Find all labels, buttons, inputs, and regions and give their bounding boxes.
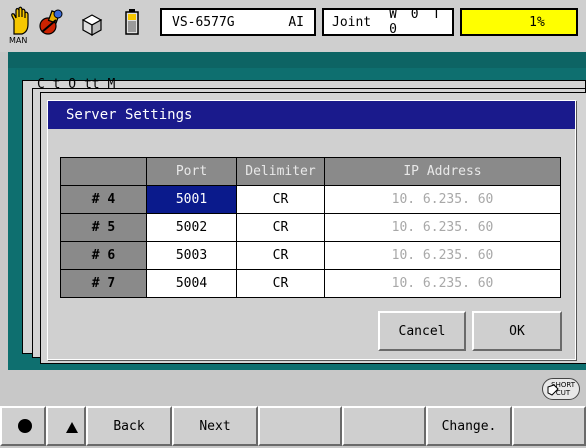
shortcut-button[interactable]: SHORT CUT: [542, 378, 580, 400]
row-header: # 6: [60, 241, 147, 270]
ip-address-cell: 10. 6.235. 60: [324, 185, 561, 214]
column-header-port: Port: [146, 157, 237, 186]
ip-address-cell: 10. 6.235. 60: [324, 269, 561, 298]
main-area-strip: [8, 52, 586, 68]
row-header: # 7: [60, 269, 147, 298]
ip-address-cell: 10. 6.235. 60: [324, 241, 561, 270]
port-cell[interactable]: 5004: [146, 269, 237, 298]
row-header: # 5: [60, 213, 147, 242]
table-row: # 4 5001 CR 10. 6.235. 60: [60, 185, 561, 214]
table-row: # 6 5003 CR 10. 6.235. 60: [60, 241, 561, 270]
table-row: # 5 5002 CR 10. 6.235. 60: [60, 213, 561, 242]
battery-icon[interactable]: [118, 6, 146, 42]
dialog-title: Server Settings: [48, 101, 575, 129]
server-settings-table: Port Delimiter IP Address # 4 5001 CR 10…: [60, 157, 561, 298]
port-cell[interactable]: 5002: [146, 213, 237, 242]
work-tool-status: W 0 T 0: [389, 7, 444, 37]
delimiter-cell[interactable]: CR: [236, 213, 325, 242]
triangle-up-icon: [66, 422, 78, 433]
column-header-delimiter: Delimiter: [236, 157, 325, 186]
robot-icon[interactable]: [38, 6, 66, 42]
column-header-ip: IP Address: [324, 157, 561, 186]
man-mode-label: MAN: [9, 36, 28, 45]
ok-button[interactable]: OK: [472, 311, 562, 351]
corner-header: [60, 157, 147, 186]
function-key-empty[interactable]: [512, 406, 586, 446]
cancel-button[interactable]: Cancel: [378, 311, 466, 351]
delimiter-cell[interactable]: CR: [236, 241, 325, 270]
row-header: # 4: [60, 185, 147, 214]
shortcut-icon: [547, 384, 559, 396]
robot-mode: AI: [288, 14, 304, 30]
delimiter-cell[interactable]: CR: [236, 269, 325, 298]
back-button[interactable]: Back: [86, 406, 172, 446]
ip-address-cell: 10. 6.235. 60: [324, 213, 561, 242]
coordinate-status[interactable]: Joint W 0 T 0: [322, 7, 454, 37]
port-cell[interactable]: 5001: [146, 185, 237, 214]
top-status-bar: MAN VS-6577G AI Joint W 0 T 0 1%: [0, 0, 586, 52]
server-settings-dialog: Server Settings Port Delimiter IP Addres…: [47, 100, 576, 360]
next-button[interactable]: Next: [172, 406, 258, 446]
robot-model: VS-6577G: [172, 14, 235, 30]
speed-value: 1%: [529, 14, 545, 30]
change-button[interactable]: Change.: [426, 406, 512, 446]
table-header-row: Port Delimiter IP Address: [60, 157, 561, 186]
table-row: # 7 5004 CR 10. 6.235. 60: [60, 269, 561, 298]
robot-model-status[interactable]: VS-6577G AI: [160, 8, 316, 36]
delimiter-cell[interactable]: CR: [236, 185, 325, 214]
port-cell[interactable]: 5003: [146, 241, 237, 270]
speed-indicator[interactable]: 1%: [460, 8, 578, 36]
function-key-empty[interactable]: [342, 406, 426, 446]
circle-icon: [18, 419, 32, 433]
box-icon[interactable]: [78, 6, 106, 42]
function-key-empty[interactable]: [258, 406, 342, 446]
coordinate-mode: Joint: [332, 14, 372, 30]
